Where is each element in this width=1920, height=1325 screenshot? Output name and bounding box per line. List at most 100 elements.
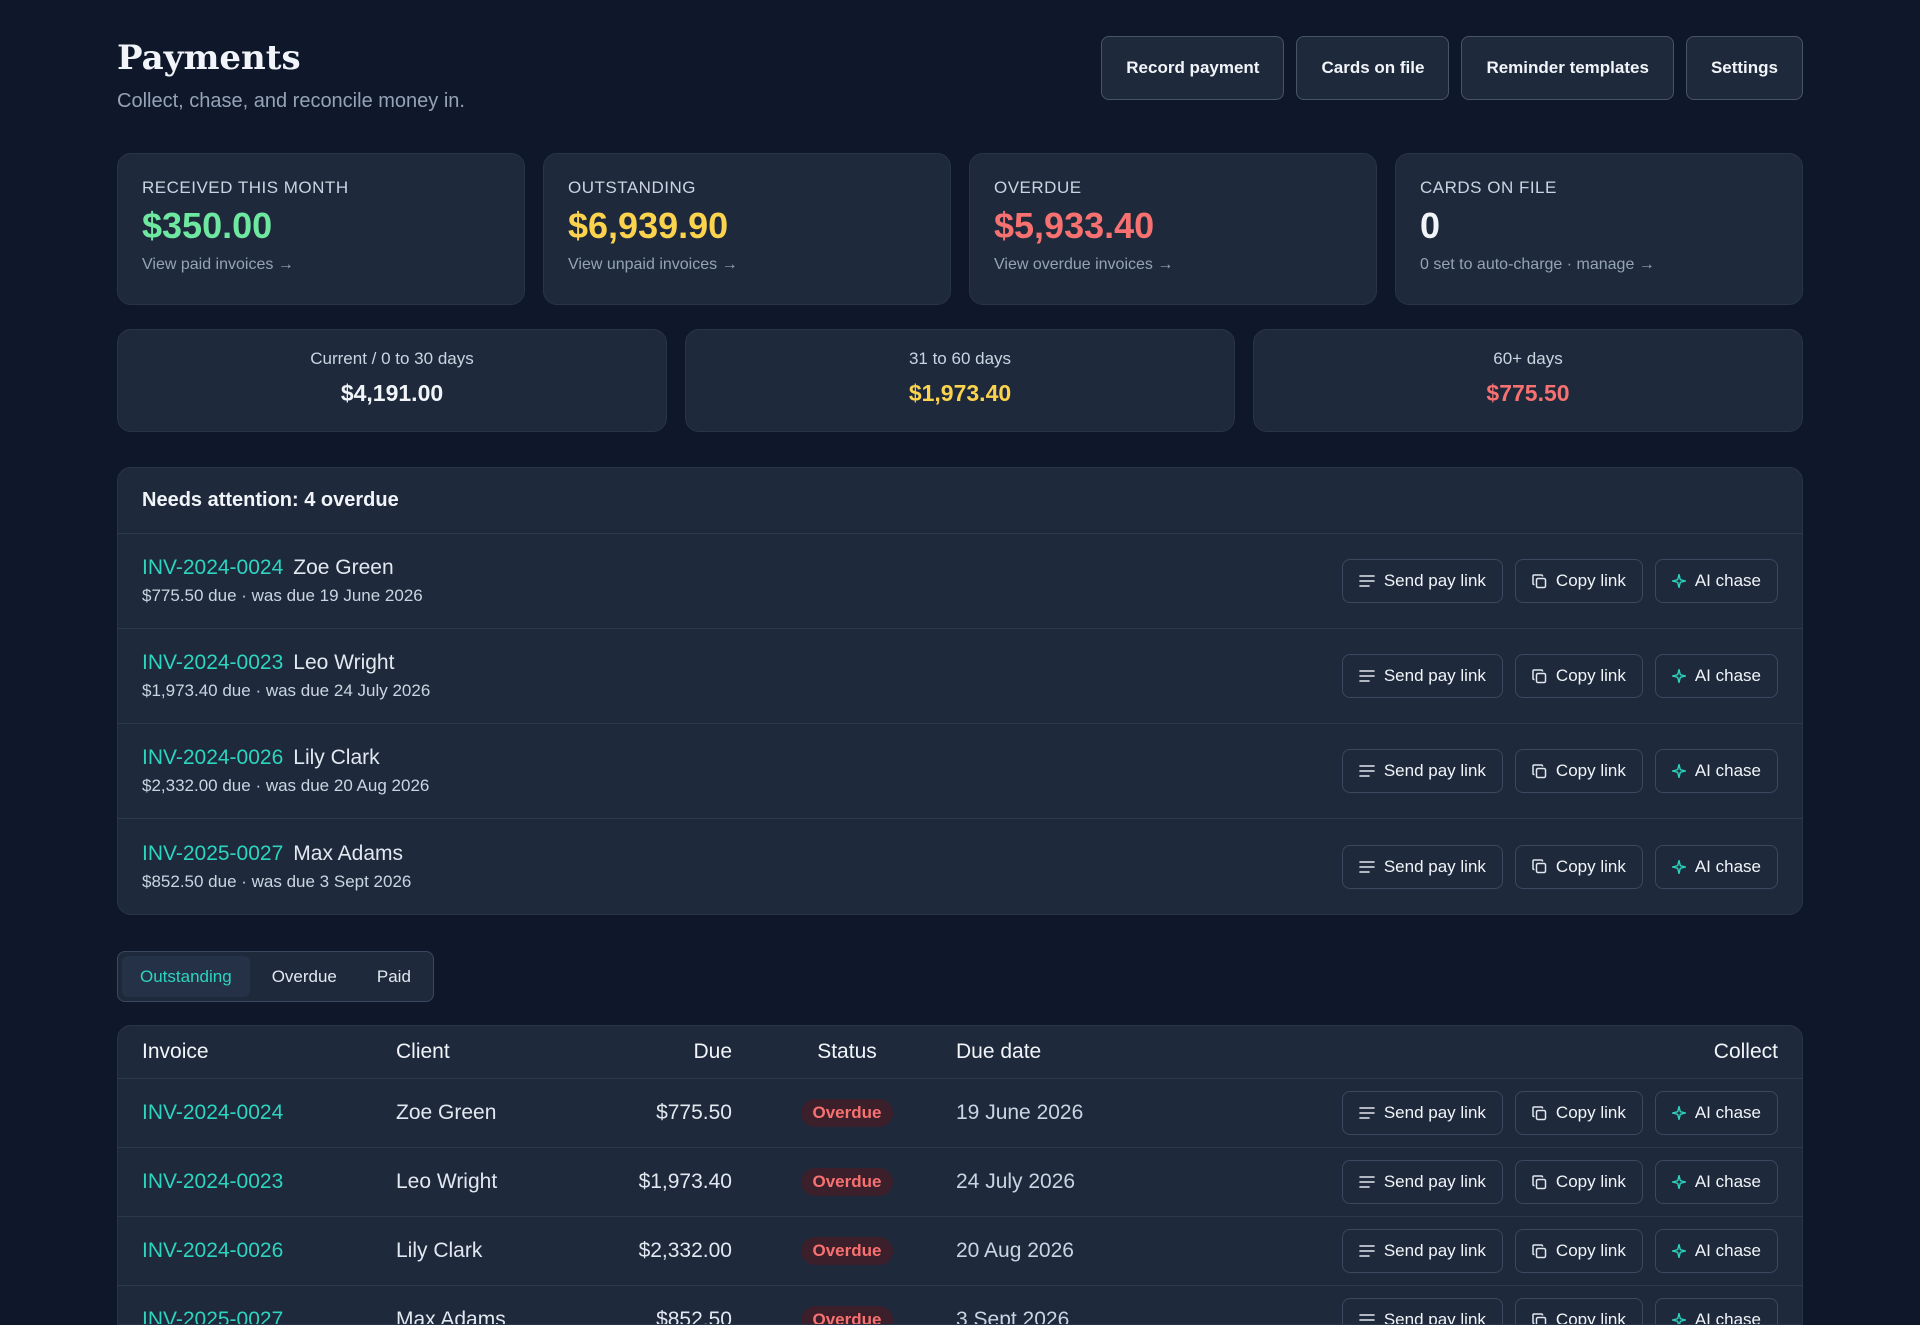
client-cell: Lily Clark: [396, 1239, 616, 1263]
sparkle-icon: [1672, 1244, 1686, 1258]
send-pay-link-button[interactable]: Send pay link: [1342, 749, 1503, 793]
invoice-link[interactable]: INV-2024-0026: [142, 1239, 396, 1263]
invoice-link[interactable]: INV-2024-0023: [142, 651, 283, 674]
column-header-client[interactable]: Client: [396, 1040, 616, 1064]
copy-icon: [1532, 1313, 1547, 1325]
due-date-cell: 24 July 2026: [956, 1170, 1156, 1194]
copy-link-button[interactable]: Copy link: [1515, 1298, 1643, 1325]
column-header-status[interactable]: Status: [732, 1040, 962, 1064]
copy-link-button[interactable]: Copy link: [1515, 1160, 1643, 1204]
manage-cards-link[interactable]: 0 set to auto-charge · manage →: [1420, 256, 1655, 274]
ai-chase-button[interactable]: AI chase: [1655, 1160, 1778, 1204]
copy-link-label: Copy link: [1556, 571, 1626, 591]
attention-title-line: INV-2024-0024Zoe Green: [142, 556, 423, 580]
invoice-link[interactable]: INV-2024-0023: [142, 1170, 396, 1194]
collect-cell: Send pay link Copy link AI chase: [1156, 1298, 1778, 1325]
due-amount-cell: $2,332.00: [616, 1239, 732, 1263]
ai-chase-button[interactable]: AI chase: [1655, 845, 1778, 889]
attention-detail: $2,332.00 due · was due 20 Aug 2026: [142, 776, 429, 796]
copy-icon: [1532, 1244, 1547, 1259]
ai-chase-label: AI chase: [1695, 1103, 1761, 1123]
status-cell: Overdue: [732, 1237, 962, 1265]
view-unpaid-invoices-link[interactable]: View unpaid invoices →: [568, 256, 738, 274]
ai-chase-button[interactable]: AI chase: [1655, 1229, 1778, 1273]
column-header-invoice[interactable]: Invoice: [142, 1040, 396, 1064]
copy-link-button[interactable]: Copy link: [1515, 845, 1643, 889]
aging-bucket-31-60: 31 to 60 days $1,973.40: [685, 329, 1235, 432]
copy-link-label: Copy link: [1556, 761, 1626, 781]
sparkle-icon: [1672, 1313, 1686, 1325]
sparkle-icon: [1672, 860, 1686, 874]
invoice-link[interactable]: INV-2024-0024: [142, 556, 283, 579]
copy-link-button[interactable]: Copy link: [1515, 749, 1643, 793]
copy-icon: [1532, 859, 1547, 874]
send-pay-link-button[interactable]: Send pay link: [1342, 559, 1503, 603]
column-header-due-date[interactable]: Due date: [956, 1040, 1156, 1064]
collect-actions: Send pay link Copy link AI chase: [1342, 1298, 1778, 1325]
reminder-templates-button[interactable]: Reminder templates: [1461, 36, 1674, 100]
due-date-cell: 19 June 2026: [956, 1101, 1156, 1125]
send-pay-link-button[interactable]: Send pay link: [1342, 654, 1503, 698]
table-row: INV-2025-0027Max Adams$852.50Overdue3 Se…: [118, 1286, 1802, 1325]
ai-chase-label: AI chase: [1695, 761, 1761, 781]
stat-card-cards-on-file: CARDS ON FILE 0 0 set to auto-charge · m…: [1395, 153, 1803, 305]
view-overdue-invoices-link[interactable]: View overdue invoices →: [994, 256, 1173, 274]
sparkle-icon: [1672, 1106, 1686, 1120]
tab-paid[interactable]: Paid: [359, 956, 429, 997]
settings-button[interactable]: Settings: [1686, 36, 1803, 100]
client-cell: Max Adams: [396, 1308, 616, 1325]
ai-chase-button[interactable]: AI chase: [1655, 654, 1778, 698]
page-subtitle: Collect, chase, and reconcile money in.: [117, 90, 465, 113]
send-pay-link-label: Send pay link: [1384, 1241, 1486, 1261]
attention-title-line: INV-2024-0026Lily Clark: [142, 746, 429, 770]
page-title: Payments: [117, 38, 301, 78]
stat-value: 0: [1420, 206, 1778, 246]
attention-title-line: INV-2024-0023Leo Wright: [142, 651, 430, 675]
ai-chase-label: AI chase: [1695, 571, 1761, 591]
status-cell: Overdue: [732, 1099, 962, 1127]
due-amount-cell: $775.50: [616, 1101, 732, 1125]
send-pay-link-label: Send pay link: [1384, 1310, 1486, 1325]
attention-info: INV-2024-0023Leo Wright$1,973.40 due · w…: [142, 651, 430, 701]
invoice-link[interactable]: INV-2025-0027: [142, 842, 283, 865]
send-pay-link-button[interactable]: Send pay link: [1342, 1091, 1503, 1135]
invoice-link[interactable]: INV-2024-0024: [142, 1101, 396, 1125]
copy-link-button[interactable]: Copy link: [1515, 559, 1643, 603]
attention-detail: $852.50 due · was due 3 Sept 2026: [142, 872, 411, 892]
copy-link-button[interactable]: Copy link: [1515, 1229, 1643, 1273]
record-payment-button[interactable]: Record payment: [1101, 36, 1284, 100]
cards-on-file-button[interactable]: Cards on file: [1296, 36, 1449, 100]
invoice-link[interactable]: INV-2024-0026: [142, 746, 283, 769]
collect-actions: Send pay link Copy link AI chase: [1342, 1160, 1778, 1204]
stat-value: $5,933.40: [994, 206, 1352, 246]
column-header-due[interactable]: Due: [616, 1040, 732, 1064]
send-pay-link-label: Send pay link: [1384, 571, 1486, 591]
ai-chase-button[interactable]: AI chase: [1655, 1298, 1778, 1325]
ai-chase-label: AI chase: [1695, 1241, 1761, 1261]
ai-chase-button[interactable]: AI chase: [1655, 1091, 1778, 1135]
send-pay-link-button[interactable]: Send pay link: [1342, 1298, 1503, 1325]
attention-row: INV-2024-0023Leo Wright$1,973.40 due · w…: [118, 629, 1802, 724]
aging-value: $775.50: [1254, 380, 1802, 407]
client-cell: Zoe Green: [396, 1101, 616, 1125]
aging-buckets: Current / 0 to 30 days $4,191.00 31 to 6…: [117, 329, 1803, 432]
ai-chase-button[interactable]: AI chase: [1655, 559, 1778, 603]
send-pay-link-button[interactable]: Send pay link: [1342, 1160, 1503, 1204]
invoice-link[interactable]: INV-2025-0027: [142, 1308, 396, 1325]
send-pay-link-button[interactable]: Send pay link: [1342, 1229, 1503, 1273]
send-pay-link-button[interactable]: Send pay link: [1342, 845, 1503, 889]
sparkle-icon: [1672, 1175, 1686, 1189]
send-pay-link-label: Send pay link: [1384, 1172, 1486, 1192]
page-header: Payments Collect, chase, and reconcile m…: [117, 0, 1803, 153]
stat-label: OVERDUE: [994, 178, 1352, 198]
table-row: INV-2024-0023Leo Wright$1,973.40Overdue2…: [118, 1148, 1802, 1217]
tab-overdue[interactable]: Overdue: [254, 956, 355, 997]
ai-chase-button[interactable]: AI chase: [1655, 749, 1778, 793]
client-cell: Leo Wright: [396, 1170, 616, 1194]
view-paid-invoices-link[interactable]: View paid invoices →: [142, 256, 294, 274]
tab-outstanding[interactable]: Outstanding: [122, 956, 250, 997]
aging-label: 60+ days: [1254, 349, 1802, 369]
aging-bucket-current: Current / 0 to 30 days $4,191.00: [117, 329, 667, 432]
copy-link-button[interactable]: Copy link: [1515, 1091, 1643, 1135]
copy-link-button[interactable]: Copy link: [1515, 654, 1643, 698]
